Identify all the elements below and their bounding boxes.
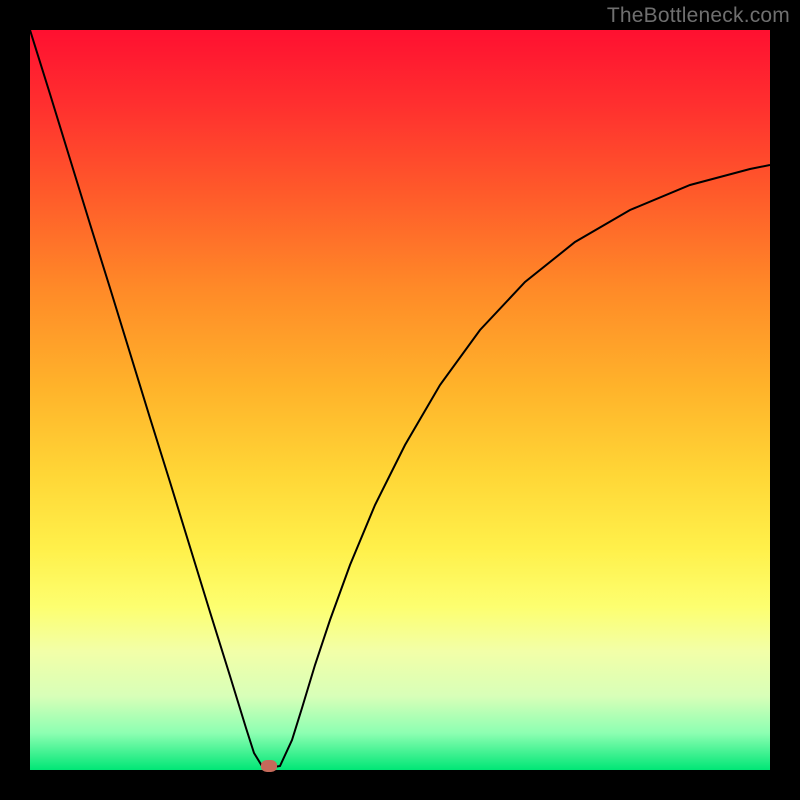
chart-frame: TheBottleneck.com	[0, 0, 800, 800]
plot-area	[30, 30, 770, 770]
min-marker	[261, 760, 277, 772]
bottleneck-curve	[30, 30, 770, 768]
watermark-text: TheBottleneck.com	[607, 4, 790, 28]
curve-svg	[30, 30, 770, 770]
